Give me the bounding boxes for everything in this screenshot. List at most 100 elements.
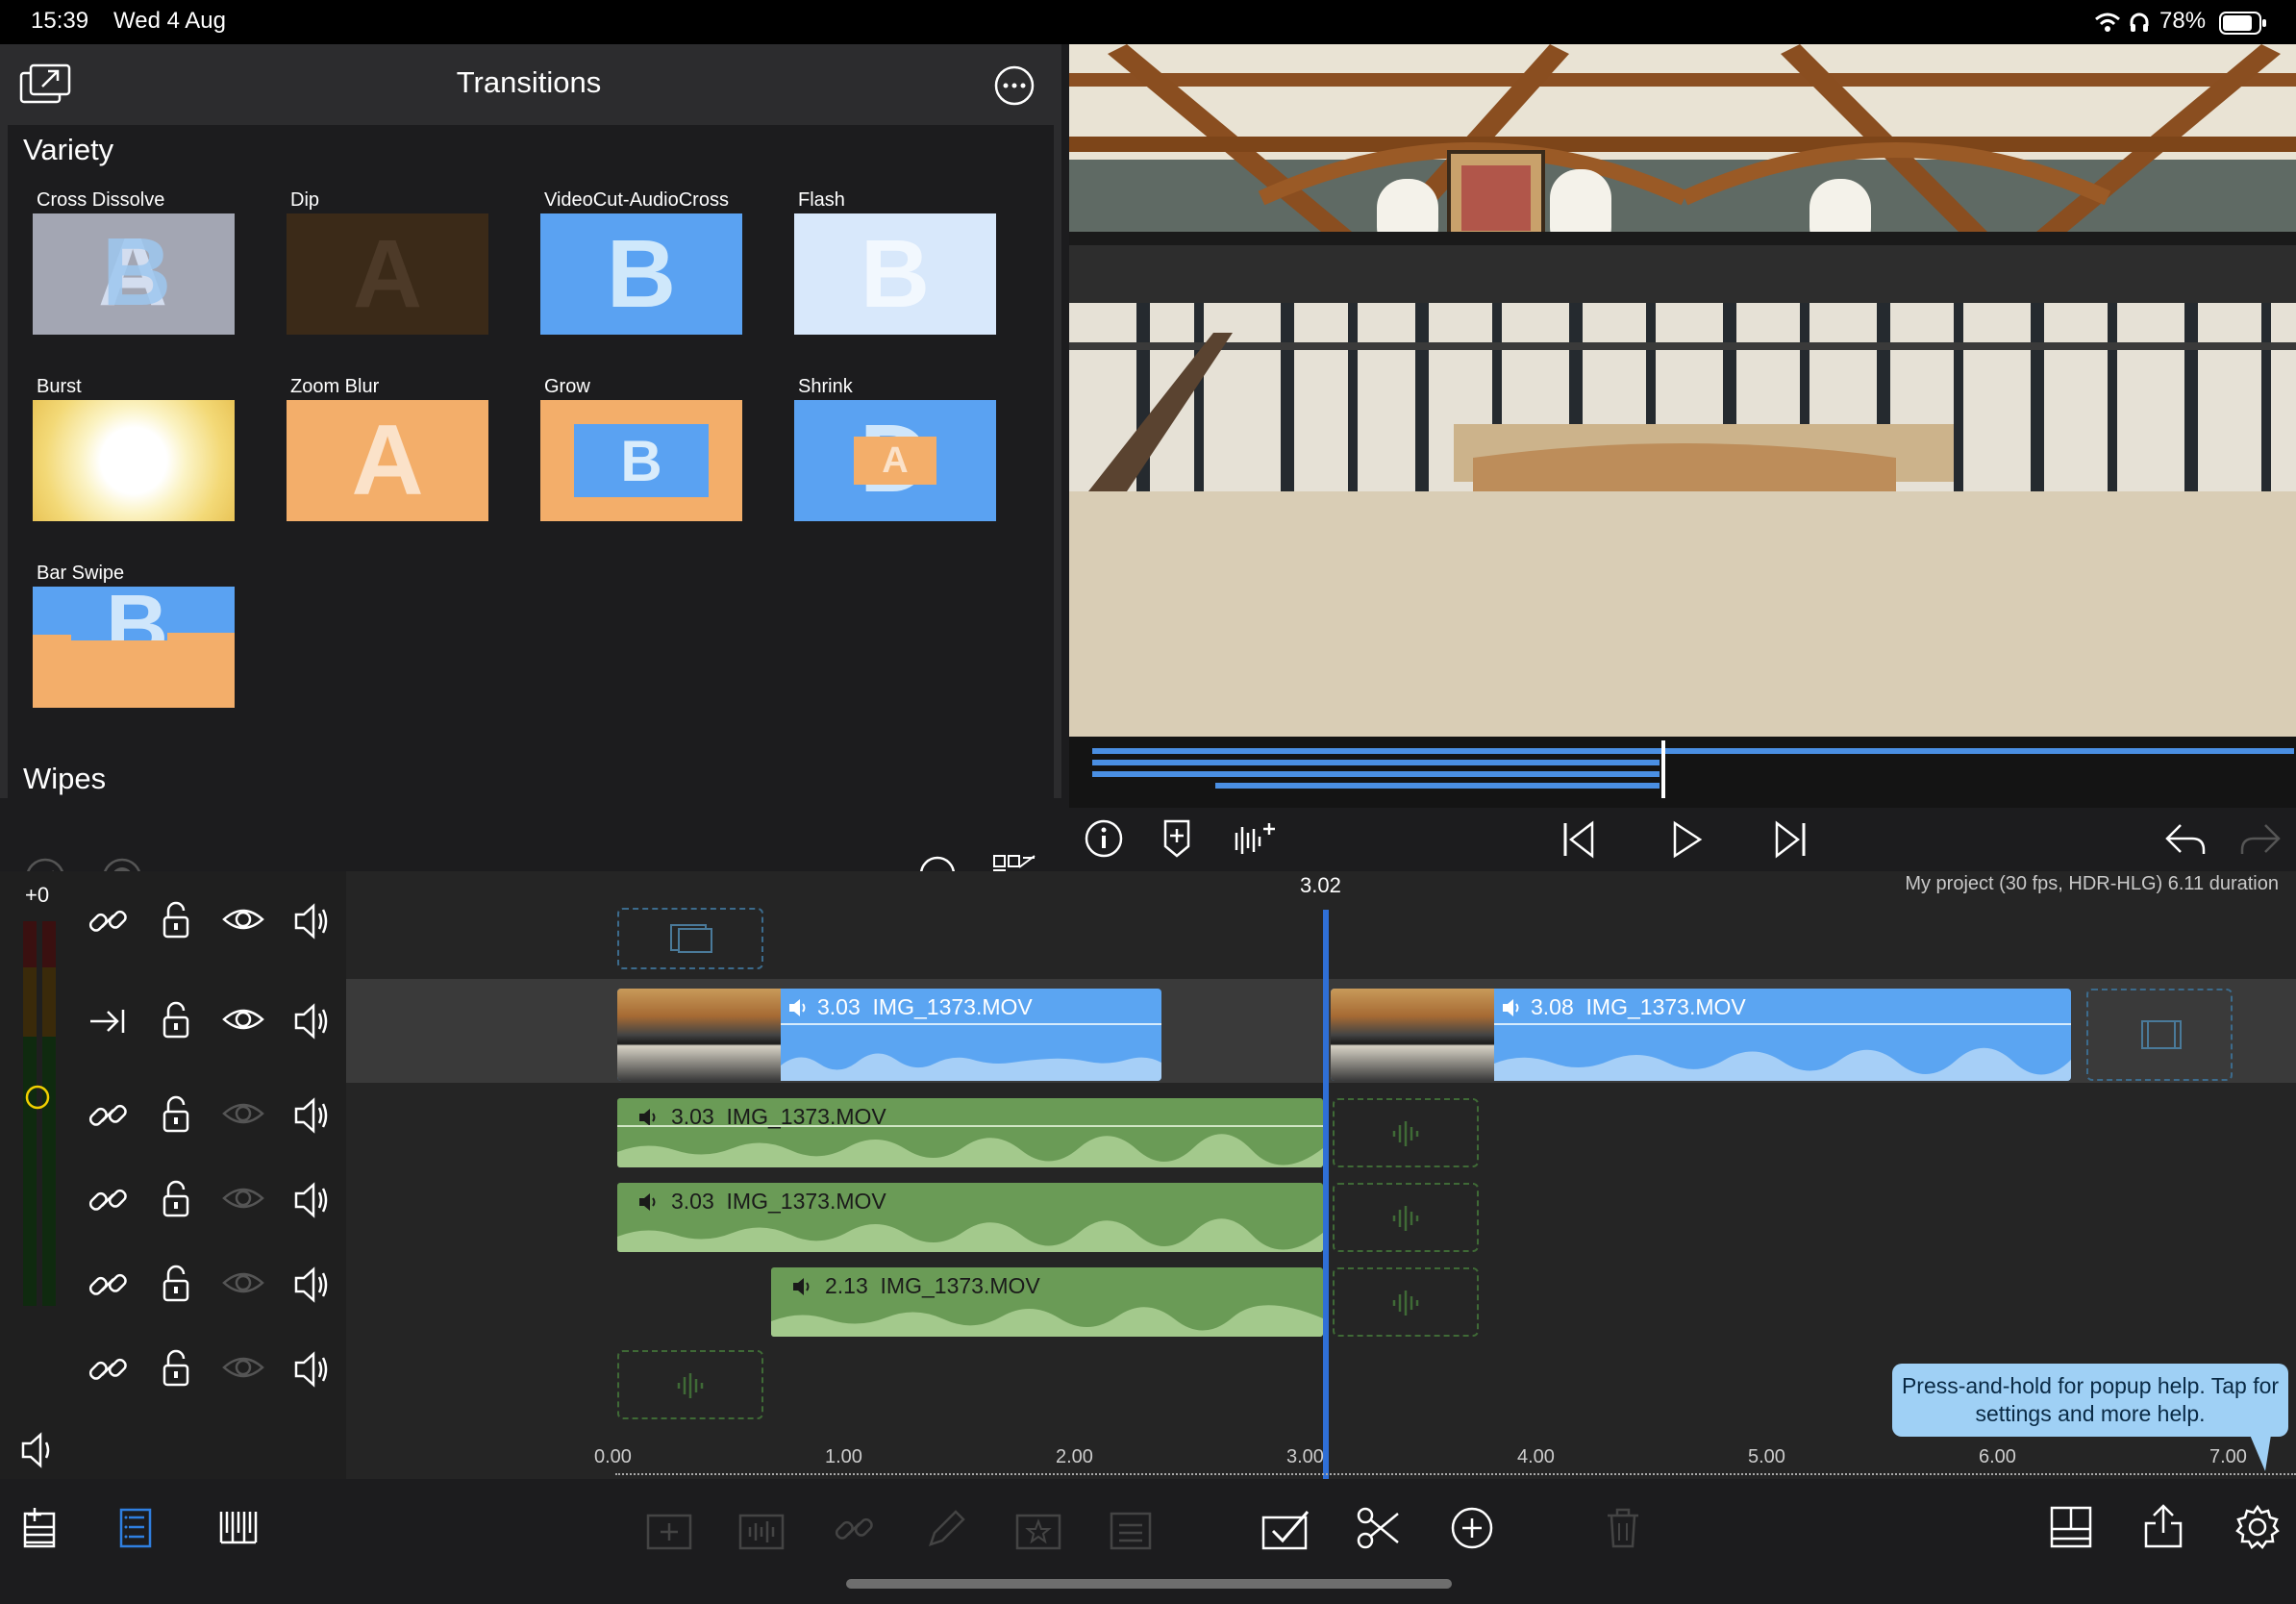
speaker-icon[interactable] <box>292 1094 331 1137</box>
transition-dip[interactable]: Dip A <box>287 187 498 335</box>
lock-icon[interactable] <box>160 900 192 942</box>
lock-icon[interactable] <box>160 1264 192 1306</box>
meter-label: +0 <box>25 883 50 907</box>
audio-clip-3[interactable]: 2.13 IMG_1373.MOV <box>771 1267 1323 1337</box>
add-marker-icon[interactable] <box>1161 817 1192 858</box>
timeline-zoom-icon[interactable] <box>217 1508 260 1546</box>
transition-thumbnail: D A <box>794 400 996 521</box>
transition-flash[interactable]: Flash B <box>794 187 1006 335</box>
link-icon[interactable] <box>87 900 129 942</box>
empty-audio-placeholder[interactable] <box>1333 1267 1479 1337</box>
audio-clip-2[interactable]: 3.03 IMG_1373.MOV <box>617 1183 1323 1252</box>
speaker-icon <box>793 1278 810 1295</box>
transition-shrink[interactable]: Shrink D A <box>794 373 1006 521</box>
transition-cross-dissolve[interactable]: Cross Dissolve A B <box>33 187 244 335</box>
lock-icon[interactable] <box>160 1179 192 1221</box>
waveform <box>1494 1047 2071 1081</box>
waveform <box>771 1305 1323 1337</box>
transition-label: Dip <box>290 189 320 211</box>
ruler-ticks <box>615 1473 2296 1475</box>
battery-icon <box>2219 12 2266 35</box>
skip-back-icon[interactable] <box>1560 819 1598 860</box>
more-options-icon[interactable] <box>994 65 1035 106</box>
play-icon[interactable] <box>1669 819 1704 860</box>
empty-clip-placeholder[interactable] <box>617 908 763 969</box>
video-preview[interactable] <box>1069 44 2296 737</box>
add-track-icon[interactable] <box>21 1506 62 1550</box>
speaker-icon[interactable] <box>292 1264 331 1306</box>
eye-icon[interactable] <box>221 1096 265 1131</box>
speaker-icon[interactable] <box>292 1000 331 1042</box>
settings-gear-icon[interactable] <box>2234 1504 2281 1550</box>
lock-icon[interactable] <box>160 1348 192 1391</box>
waveform-icon <box>677 1373 704 1398</box>
ruler-label: 1.00 <box>825 1446 862 1467</box>
time-ruler[interactable]: 0.00 1.00 2.00 3.00 4.00 5.00 6.00 7.00 <box>346 1446 2296 1479</box>
master-volume-icon[interactable] <box>19 1429 58 1471</box>
ruler-label: 0.00 <box>594 1446 632 1467</box>
link-icon[interactable] <box>87 1179 129 1221</box>
split-scissors-icon[interactable] <box>1356 1506 1402 1550</box>
transition-videocut-audiocross[interactable]: VideoCut-AudioCross B <box>540 187 752 335</box>
eye-icon[interactable] <box>221 1266 265 1300</box>
help-tooltip: Press-and-hold for popup help. Tap for s… <box>1892 1364 2288 1437</box>
tooltip-pointer <box>2250 1435 2271 1471</box>
transition-burst[interactable]: Burst <box>33 373 244 521</box>
transitions-panel: Transitions Variety Cross Dissolve A B D… <box>0 44 1061 900</box>
film-icon <box>670 924 712 953</box>
transition-thumbnail: A <box>287 213 488 335</box>
transition-zoom-blur[interactable]: Zoom Blur A <box>287 373 498 521</box>
eye-icon[interactable] <box>221 1350 265 1385</box>
wifi-icon <box>2095 13 2120 32</box>
lock-icon[interactable] <box>160 1000 192 1042</box>
trash-icon[interactable] <box>1604 1506 1642 1550</box>
edit-pencil-icon[interactable] <box>925 1508 967 1550</box>
transition-grow[interactable]: Grow B <box>540 373 752 521</box>
speaker-icon[interactable] <box>292 900 331 942</box>
track-list-icon[interactable] <box>117 1506 154 1550</box>
eye-icon[interactable] <box>221 902 265 937</box>
speaker-icon[interactable] <box>292 1348 331 1391</box>
scrubber[interactable] <box>1069 737 2296 808</box>
empty-audio-placeholder[interactable] <box>1333 1183 1479 1252</box>
scrub-track-video <box>1092 748 2294 754</box>
layout-icon[interactable] <box>2050 1506 2092 1548</box>
link-icon[interactable] <box>87 1094 129 1137</box>
undo-icon[interactable] <box>2163 819 2208 858</box>
link-clip-icon[interactable] <box>833 1508 875 1550</box>
audio-clip-1[interactable]: 3.03 IMG_1373.MOV <box>617 1098 1323 1167</box>
volume-knob[interactable] <box>25 1085 50 1110</box>
link-icon[interactable] <box>87 1264 129 1306</box>
share-icon[interactable] <box>2142 1502 2184 1550</box>
eye-icon[interactable] <box>221 1002 265 1037</box>
voiceover-icon[interactable] <box>1233 819 1277 858</box>
playhead[interactable] <box>1323 910 1329 1479</box>
lock-icon[interactable] <box>160 1094 192 1137</box>
clipboard-icon[interactable] <box>1108 1508 1154 1550</box>
video-clip-1[interactable]: 3.03 IMG_1373.MOV <box>617 989 1161 1081</box>
scrub-playhead[interactable] <box>1661 740 1665 798</box>
clip-duration: 2.13 <box>825 1273 868 1298</box>
add-circle-icon[interactable] <box>1450 1506 1494 1550</box>
skip-forward-icon[interactable] <box>1771 819 1809 860</box>
transition-bar-swipe[interactable]: Bar Swipe B <box>33 560 244 708</box>
audio-meter-left <box>23 921 37 1306</box>
clip-thumbnail <box>617 989 781 1081</box>
speaker-icon[interactable] <box>292 1179 331 1221</box>
ruler-label: 6.00 <box>1979 1446 2016 1467</box>
select-check-icon[interactable] <box>1261 1506 1311 1550</box>
headphones-icon <box>2130 13 2149 32</box>
audio-detach-icon[interactable] <box>738 1508 786 1550</box>
connect-arrow-icon[interactable] <box>87 1004 129 1039</box>
eye-icon[interactable] <box>221 1181 265 1216</box>
redo-icon[interactable] <box>2238 819 2283 858</box>
transition-label: Bar Swipe <box>37 563 125 584</box>
link-icon[interactable] <box>87 1348 129 1391</box>
empty-audio-placeholder[interactable] <box>1333 1098 1479 1167</box>
empty-clip-placeholder[interactable] <box>2086 989 2233 1081</box>
empty-audio-placeholder[interactable] <box>617 1350 763 1419</box>
insert-clip-icon[interactable] <box>646 1508 694 1550</box>
info-icon[interactable] <box>1085 819 1123 858</box>
video-clip-2[interactable]: 3.08 IMG_1373.MOV <box>1331 989 2071 1081</box>
favorite-clip-icon[interactable] <box>1015 1508 1063 1550</box>
